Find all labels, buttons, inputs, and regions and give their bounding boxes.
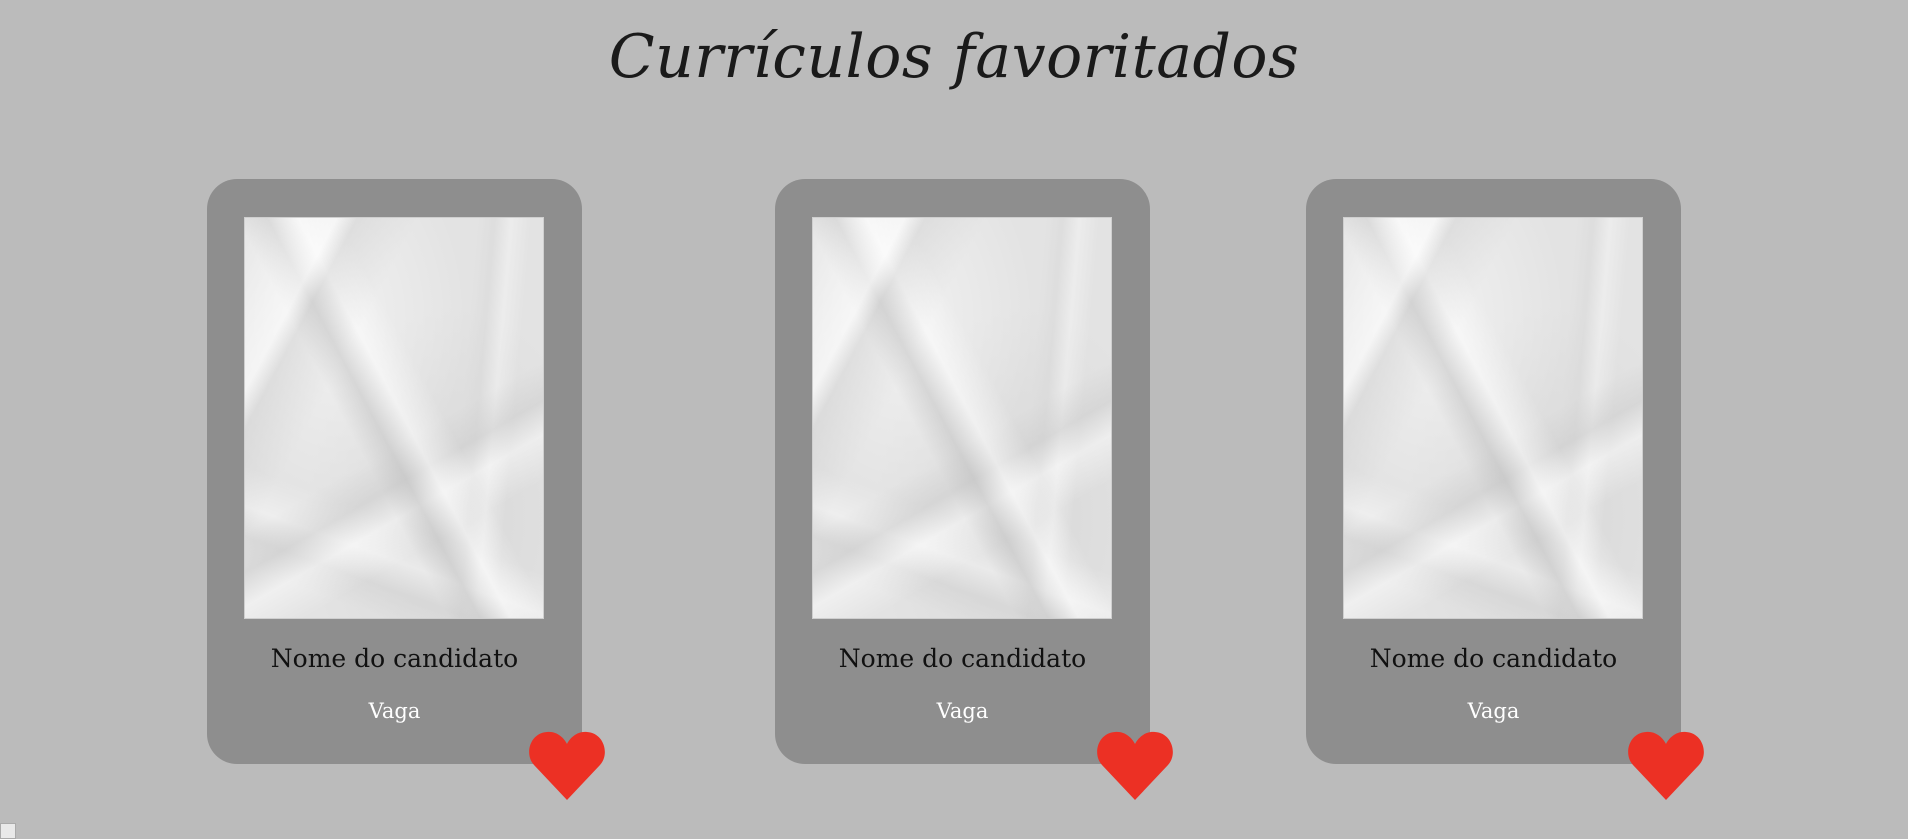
favorite-button[interactable]	[528, 729, 606, 801]
candidate-name: Nome do candidato	[838, 644, 1087, 673]
candidate-name: Nome do candidato	[270, 644, 519, 673]
job-title: Vaga	[936, 699, 989, 723]
heart-icon	[1628, 731, 1704, 800]
favorite-button[interactable]	[1096, 729, 1174, 801]
job-title: Vaga	[1467, 699, 1520, 723]
heart-icon	[529, 731, 605, 800]
resume-thumbnail[interactable]	[812, 217, 1112, 619]
resume-card[interactable]: Nome do candidato Vaga	[207, 179, 605, 800]
corner-widget	[0, 823, 16, 839]
resume-card[interactable]: Nome do candidato Vaga	[1306, 179, 1704, 800]
resume-card[interactable]: Nome do candidato Vaga	[775, 179, 1173, 800]
favorite-button[interactable]	[1627, 729, 1705, 801]
resume-thumbnail[interactable]	[1343, 217, 1643, 619]
page-title: Currículos favoritados	[608, 22, 1300, 92]
resume-thumbnail[interactable]	[244, 217, 544, 619]
candidate-name: Nome do candidato	[1369, 644, 1618, 673]
job-title: Vaga	[368, 699, 421, 723]
heart-icon	[1097, 731, 1173, 800]
